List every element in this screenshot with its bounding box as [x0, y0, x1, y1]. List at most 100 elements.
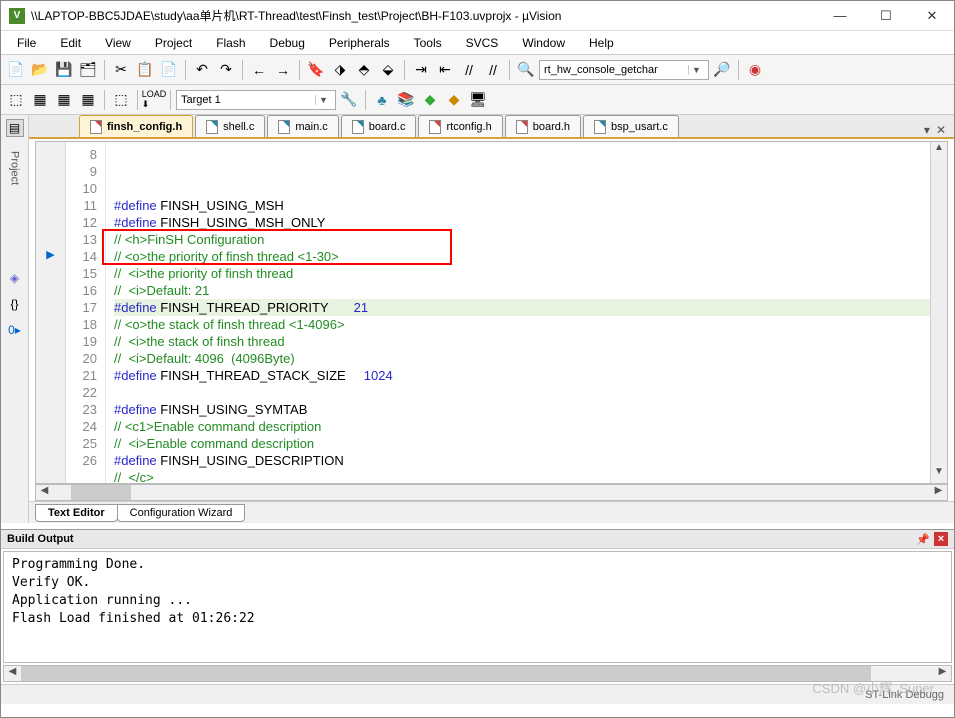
code-line-16[interactable]: // <i>the stack of finsh thread [114, 333, 930, 350]
project-tab[interactable]: Project [7, 145, 23, 191]
cut-icon[interactable]: ✂ [110, 59, 132, 81]
open-file-icon[interactable]: 📂 [29, 59, 51, 81]
options-icon[interactable]: 🔧 [338, 89, 360, 111]
download-icon[interactable]: LOAD⬇ [143, 89, 165, 111]
menu-help[interactable]: Help [579, 33, 624, 53]
horizontal-scrollbar[interactable]: ◀ ▶ [35, 484, 948, 501]
menu-peripherals[interactable]: Peripherals [319, 33, 400, 53]
bookmark-prev-icon[interactable]: ⬗ [329, 59, 351, 81]
code-line-21[interactable]: // <c1>Enable command description [114, 418, 930, 435]
build-output-text[interactable]: Programming Done. Verify OK. Application… [3, 551, 952, 663]
code-editor[interactable]: ▶ 891011121314151617181920212223242526 #… [35, 141, 948, 484]
scroll-thumb[interactable] [21, 666, 871, 681]
functions-icon[interactable]: ◈ [6, 269, 24, 287]
minimize-button[interactable]: — [826, 6, 854, 26]
scroll-up-icon[interactable]: ▲ [931, 142, 947, 159]
code-line-22[interactable]: // <i>Enable command description [114, 435, 930, 452]
code-line-13[interactable]: // <i>Default: 21 [114, 282, 930, 299]
find-next-icon[interactable]: 🔎 [711, 59, 733, 81]
simulator-icon[interactable]: 🖥 [467, 89, 489, 111]
code-line-12[interactable]: // <i>the priority of finsh thread [114, 265, 930, 282]
project-view-icon[interactable]: ▤ [6, 119, 24, 137]
uncomment-icon[interactable]: // [482, 59, 504, 81]
file-tab-board-h[interactable]: board.h [505, 115, 581, 137]
code-line-23[interactable]: #define FINSH_USING_DESCRIPTION [114, 452, 930, 469]
vertical-scrollbar[interactable]: ▲ ▼ [930, 142, 947, 483]
menu-svcs[interactable]: SVCS [456, 33, 509, 53]
nav-fwd-icon[interactable]: → [272, 59, 294, 81]
code-line-18[interactable]: #define FINSH_THREAD_STACK_SIZE 1024 [114, 367, 930, 384]
batch-build-icon[interactable]: ▦ [77, 89, 99, 111]
scroll-thumb[interactable] [71, 485, 131, 500]
find-combo[interactable]: rt_hw_console_getchar ▼ [539, 60, 709, 80]
comment-icon[interactable]: // [458, 59, 480, 81]
manage-icon[interactable]: ♣ [371, 89, 393, 111]
outdent-icon[interactable]: ⇤ [434, 59, 456, 81]
code-line-17[interactable]: // <i>Default: 4096 (4096Byte) [114, 350, 930, 367]
file-tab-bsp_usart-c[interactable]: bsp_usart.c [583, 115, 679, 137]
maximize-button[interactable]: ☐ [872, 6, 900, 26]
editor-tab-text-editor[interactable]: Text Editor [35, 504, 118, 522]
code-line-9[interactable]: #define FINSH_USING_MSH_ONLY [114, 214, 930, 231]
code-content[interactable]: #define FINSH_USING_MSH#define FINSH_USI… [106, 142, 930, 483]
menu-project[interactable]: Project [145, 33, 202, 53]
file-tab-shell-c[interactable]: shell.c [195, 115, 265, 137]
save-icon[interactable]: 💾 [53, 59, 75, 81]
code-line-20[interactable]: #define FINSH_USING_SYMTAB [114, 401, 930, 418]
indent-icon[interactable]: ⇥ [410, 59, 432, 81]
code-line-24[interactable]: // </c> [114, 469, 930, 484]
editor-tab-configuration-wizard[interactable]: Configuration Wizard [117, 504, 246, 522]
rebuild-icon[interactable]: ▦ [53, 89, 75, 111]
scroll-down-icon[interactable]: ▼ [931, 466, 947, 483]
books-icon[interactable]: 📚 [395, 89, 417, 111]
find-icon[interactable]: 🔍 [515, 59, 537, 81]
stop-build-icon[interactable]: ⬚ [110, 89, 132, 111]
pin-icon[interactable]: 📌 [916, 532, 930, 546]
translate-icon[interactable]: ⬚ [5, 89, 27, 111]
file-tab-rtconfig-h[interactable]: rtconfig.h [418, 115, 502, 137]
code-line-10[interactable]: // <h>FinSH Configuration [114, 231, 930, 248]
paste-icon[interactable]: 📄 [158, 59, 180, 81]
nav-back-icon[interactable]: ← [248, 59, 270, 81]
code-line-15[interactable]: // <o>the stack of finsh thread <1-4096> [114, 316, 930, 333]
target-select[interactable]: Target 1 ▼ [176, 90, 336, 110]
file-tab-board-c[interactable]: board.c [341, 115, 417, 137]
scroll-right-icon[interactable]: ▶ [934, 666, 951, 681]
menu-window[interactable]: Window [512, 33, 575, 53]
debug-icon[interactable]: ◉ [744, 59, 766, 81]
books-side-icon[interactable]: 0▸ [6, 321, 24, 339]
save-all-icon[interactable]: 🗂 [77, 59, 99, 81]
bookmark-clear-icon[interactable]: ⬙ [377, 59, 399, 81]
pack-icon[interactable]: ◆ [419, 89, 441, 111]
file-tab-main-c[interactable]: main.c [267, 115, 338, 137]
tab-close-icon[interactable]: ✕ [936, 123, 946, 137]
new-file-icon[interactable]: 📄 [5, 59, 27, 81]
bookmark-next-icon[interactable]: ⬘ [353, 59, 375, 81]
scroll-left-icon[interactable]: ◀ [4, 666, 21, 681]
scroll-left-icon[interactable]: ◀ [36, 485, 53, 500]
rte-icon[interactable]: ◆ [443, 89, 465, 111]
bookmark-icon[interactable]: 🔖 [305, 59, 327, 81]
menu-flash[interactable]: Flash [206, 33, 255, 53]
undo-icon[interactable]: ↶ [191, 59, 213, 81]
menu-view[interactable]: View [95, 33, 141, 53]
scroll-track[interactable] [931, 159, 947, 466]
panel-close-icon[interactable]: × [934, 532, 948, 546]
menu-file[interactable]: File [7, 33, 46, 53]
menu-edit[interactable]: Edit [50, 33, 91, 53]
redo-icon[interactable]: ↷ [215, 59, 237, 81]
code-line-8[interactable]: #define FINSH_USING_MSH [114, 197, 930, 214]
file-tab-finsh_config-h[interactable]: finsh_config.h [79, 115, 193, 137]
scroll-right-icon[interactable]: ▶ [930, 485, 947, 500]
build-icon[interactable]: ▦ [29, 89, 51, 111]
menu-debug[interactable]: Debug [260, 33, 315, 53]
copy-icon[interactable]: 📋 [134, 59, 156, 81]
code-line-14[interactable]: #define FINSH_THREAD_PRIORITY 21 [114, 299, 930, 316]
templates-icon[interactable]: {} [6, 295, 24, 313]
code-line-11[interactable]: // <o>the priority of finsh thread <1-30… [114, 248, 930, 265]
menu-tools[interactable]: Tools [404, 33, 452, 53]
close-button[interactable]: ✕ [918, 6, 946, 26]
build-horizontal-scrollbar[interactable]: ◀ ▶ [3, 665, 952, 682]
code-line-19[interactable] [114, 384, 930, 401]
tab-menu-icon[interactable]: ▾ [924, 123, 930, 137]
